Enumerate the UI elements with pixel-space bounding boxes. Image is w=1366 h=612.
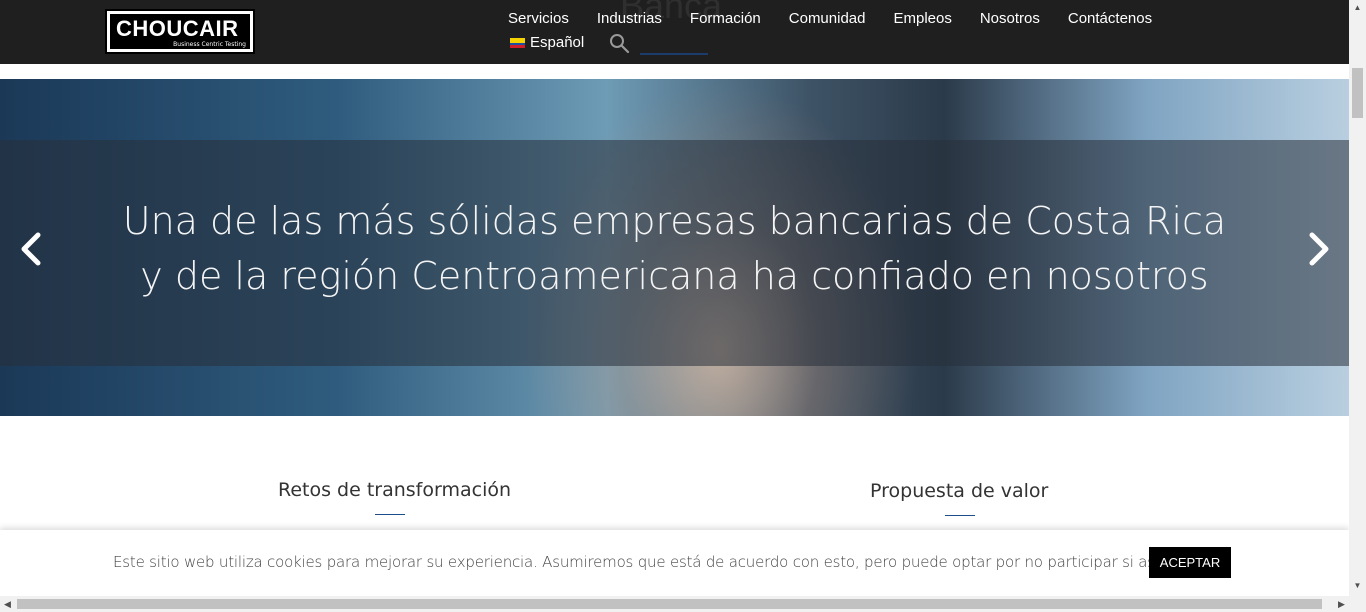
colombia-flag-icon: [510, 37, 525, 48]
scroll-down-icon[interactable]: ▼: [1353, 581, 1362, 590]
scroll-up-icon[interactable]: ▲: [1353, 3, 1362, 12]
hero-caption-line1: Una de las más sólidas empresas bancaria…: [122, 199, 1227, 243]
nav-empleos[interactable]: Empleos: [893, 10, 951, 27]
nav-industrias[interactable]: Industrias: [597, 10, 662, 27]
nav-contactenos[interactable]: Contáctenos: [1068, 10, 1152, 27]
section-title-retos: Retos de transformación: [278, 479, 512, 501]
language-selector[interactable]: Español: [510, 34, 584, 51]
site-header: Banca CHOUCAIR Business Centric Testing …: [0, 0, 1349, 64]
scroll-left-icon[interactable]: ◀: [4, 599, 11, 610]
horizontal-scroll-thumb[interactable]: [17, 599, 1322, 609]
section-underline-retos: [375, 514, 405, 515]
hero-caption-line2: y de la región Centroamericana ha confia…: [140, 254, 1209, 298]
nav-comunidad[interactable]: Comunidad: [789, 10, 866, 27]
accept-cookies-button[interactable]: ACEPTAR: [1149, 547, 1231, 578]
logo-box: CHOUCAIR Business Centric Testing: [110, 14, 250, 49]
cookie-banner: Este sitio web utiliza cookies para mejo…: [0, 530, 1349, 596]
cookie-message: Este sitio web utiliza cookies para mejo…: [113, 553, 1230, 571]
nav-nosotros[interactable]: Nosotros: [980, 10, 1040, 27]
horizontal-scrollbar[interactable]: ◀ ▶: [0, 596, 1366, 612]
page-title-underline: [640, 53, 708, 55]
search-icon[interactable]: [608, 32, 630, 54]
vertical-scroll-thumb[interactable]: [1352, 68, 1363, 118]
logo-text: CHOUCAIR: [116, 16, 239, 41]
choucair-logo[interactable]: CHOUCAIR Business Centric Testing: [105, 9, 255, 54]
scroll-right-icon[interactable]: ▶: [1338, 599, 1345, 610]
logo-tagline: Business Centric Testing: [173, 41, 246, 48]
hero-caption: Una de las más sólidas empresas bancaria…: [0, 194, 1349, 304]
nav-formacion[interactable]: Formación: [690, 10, 761, 27]
vertical-scrollbar[interactable]: ▲ ▼: [1349, 0, 1366, 596]
chevron-left-icon[interactable]: [16, 229, 46, 269]
language-label: Español: [530, 34, 585, 51]
nav-servicios[interactable]: Servicios: [508, 10, 569, 27]
main-nav: Servicios Industrias Formación Comunidad…: [508, 10, 1152, 27]
section-title-propuesta: Propuesta de valor: [870, 480, 1049, 502]
section-underline-propuesta: [945, 515, 975, 516]
hero-slider: Una de las más sólidas empresas bancaria…: [0, 79, 1349, 416]
chevron-right-icon[interactable]: [1304, 229, 1334, 269]
